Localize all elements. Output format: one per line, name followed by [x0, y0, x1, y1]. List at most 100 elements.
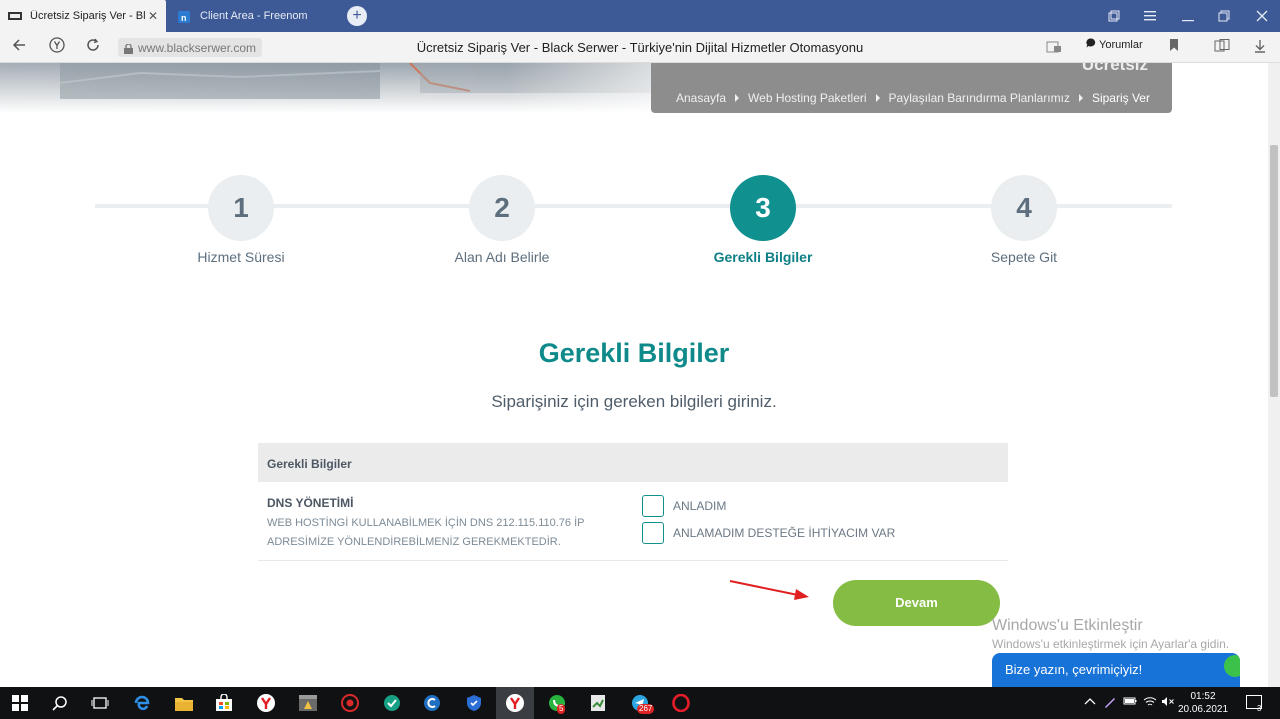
scrollbar-thumb[interactable]	[1270, 145, 1278, 397]
section-title: Gerekli Bilgiler	[538, 338, 730, 368]
step-label: Sepete Git	[990, 249, 1058, 265]
hero-heading: Ücretsiz	[1081, 63, 1148, 74]
store-icon[interactable]	[214, 693, 234, 713]
battery-icon[interactable]	[1123, 696, 1137, 709]
url-field[interactable]: www.blackserwer.com	[118, 38, 263, 57]
breadcrumb-caret-icon	[875, 94, 880, 102]
yandex-browser-icon[interactable]	[256, 693, 276, 713]
breadcrumb-caret-icon	[735, 94, 740, 102]
option-label: ANLADIM	[673, 499, 727, 513]
required-info-panel: Gerekli Bilgiler DNS YÖNETİMİ WEB HOSTİN…	[258, 443, 1008, 561]
tab-close-icon[interactable]: ✕	[146, 9, 160, 23]
site-favicon-icon	[8, 11, 22, 21]
speech-bubble-icon	[1086, 38, 1096, 51]
tab-blackserwer[interactable]: Ücretsiz Sipariş Ver - Bla ✕	[0, 0, 166, 32]
url-text: www.blackserwer.com	[138, 40, 257, 55]
menu-icon[interactable]	[1132, 0, 1168, 32]
step-number: 2	[469, 175, 535, 241]
system-clock[interactable]: 01:52 20.06.2021	[1177, 690, 1229, 716]
red-shield-app-icon[interactable]	[340, 693, 360, 713]
browser-tab-strip: Ücretsiz Sipariş Ver - Bla ✕ n Client Ar…	[0, 0, 1280, 32]
lock-icon	[124, 42, 133, 54]
option-understood[interactable]: ANLADIM	[642, 495, 726, 517]
freenom-favicon-icon: n	[178, 11, 192, 23]
yandex-active-icon[interactable]	[505, 693, 525, 713]
breadcrumb-home[interactable]: Anasayfa	[676, 91, 726, 105]
option-label: ANLAMADIM DESTEĞE İHTİYACIM VAR	[673, 526, 896, 540]
telegram-badge: 267	[637, 704, 655, 714]
close-window-icon[interactable]	[1244, 0, 1280, 32]
clock-time: 01:52	[1190, 691, 1216, 702]
back-arrow-icon[interactable]	[8, 37, 30, 59]
step-3[interactable]: 3 Gerekli Bilgiler	[663, 175, 863, 265]
checkbox[interactable]	[642, 522, 664, 544]
collections-icon[interactable]	[1212, 39, 1232, 57]
reload-icon[interactable]	[82, 37, 104, 59]
dns-title: DNS YÖNETİMİ	[267, 496, 354, 510]
activation-title: Windows'u Etkinleştir	[992, 617, 1143, 634]
windows-start-icon[interactable]	[10, 693, 30, 713]
search-icon[interactable]	[50, 693, 70, 713]
page-viewport: Ücretsiz Anasayfa Web Hosting Paketleri …	[0, 63, 1268, 687]
checkbox[interactable]	[642, 495, 664, 517]
notification-count: 3	[1257, 704, 1262, 713]
live-chat-widget[interactable]: Bize yazın, çevrimiçiyiz!	[992, 653, 1240, 687]
step-number: 4	[991, 175, 1057, 241]
ccleaner-icon[interactable]	[422, 693, 442, 713]
windows-taskbar: 5 267 01:52 20.06.2021 3	[0, 687, 1280, 719]
clock-date: 20.06.2021	[1177, 704, 1229, 715]
step-number: 1	[208, 175, 274, 241]
windows-activation-watermark: Windows'u Etkinleştir Windows'u etkinleş…	[992, 617, 1229, 651]
page-title-bar: Ücretsiz Sipariş Ver - Black Serwer - Tü…	[416, 40, 864, 55]
breadcrumb-shared-plans[interactable]: Paylaşılan Barındırma Planlarımız	[889, 91, 1070, 105]
restore-icon[interactable]	[1206, 0, 1242, 32]
step-1[interactable]: 1 Hizmet Süresi	[141, 175, 341, 265]
wifi-icon[interactable]	[1143, 696, 1157, 710]
page-scrollbar[interactable]	[1268, 63, 1280, 687]
app-window-icon[interactable]	[298, 693, 318, 713]
minimize-icon[interactable]	[1170, 0, 1206, 32]
yandex-y-icon[interactable]	[46, 37, 68, 59]
step-number: 3	[730, 175, 796, 241]
address-bar: www.blackserwer.com Ücretsiz Sipariş Ver…	[0, 32, 1280, 63]
svg-text:n: n	[181, 13, 187, 23]
opera-icon[interactable]	[671, 693, 691, 713]
red-arrow-annotation-icon	[729, 580, 809, 600]
tablet-mode-icon[interactable]	[1096, 0, 1132, 32]
online-indicator-icon	[1224, 655, 1240, 677]
task-view-icon[interactable]	[90, 693, 110, 713]
activation-subtitle: Windows'u etkinleştirmek için Ayarlar'a …	[992, 637, 1230, 651]
teal-circle-app-icon[interactable]	[382, 693, 402, 713]
dns-description: WEB HOSTİNGİ KULLANABİLMEK İÇİN DNS 212.…	[267, 517, 585, 548]
bookmark-icon[interactable]	[1164, 39, 1184, 57]
tab-title: Client Area - Freenom	[200, 10, 308, 22]
breadcrumb-caret-icon	[1078, 94, 1083, 102]
notepad-app-icon[interactable]	[588, 693, 608, 713]
step-label: Hizmet Süresi	[197, 249, 285, 265]
edge-icon[interactable]	[132, 693, 152, 713]
new-tab-button[interactable]: +	[347, 6, 367, 26]
comments-button[interactable]: Yorumlar	[1086, 38, 1143, 51]
step-label: Alan Adı Belirle	[454, 249, 550, 265]
breadcrumb-current: Sipariş Ver	[1091, 91, 1150, 105]
breadcrumb: Anasayfa Web Hosting Paketleri Paylaşıla…	[676, 91, 1150, 105]
continue-button[interactable]: Devam	[833, 580, 1000, 626]
protect-icon[interactable]	[1044, 39, 1064, 57]
dns-row: DNS YÖNETİMİ WEB HOSTİNGİ KULLANABİLMEK …	[258, 482, 1008, 561]
volume-muted-icon[interactable]	[1161, 696, 1175, 710]
step-4[interactable]: 4 Sepete Git	[924, 175, 1124, 265]
step-label: Gerekli Bilgiler	[713, 249, 813, 265]
pen-tray-icon[interactable]	[1104, 696, 1116, 711]
tab-freenom[interactable]: n Client Area - Freenom	[170, 0, 336, 32]
tab-title: Ücretsiz Sipariş Ver - Bla	[30, 10, 146, 22]
section-subtitle: Siparişiniz için gereken bilgileri girin…	[491, 392, 777, 411]
download-icon[interactable]	[1250, 39, 1270, 57]
breadcrumb-web-hosting[interactable]: Web Hosting Paketleri	[748, 91, 867, 105]
tray-overflow-chevron-icon[interactable]	[1084, 696, 1096, 709]
file-explorer-icon[interactable]	[174, 693, 194, 713]
option-need-support[interactable]: ANLAMADIM DESTEĞE İHTİYACIM VAR	[642, 522, 895, 544]
chat-label: Bize yazın, çevrimiçiyiz!	[1005, 662, 1143, 677]
step-2[interactable]: 2 Alan Adı Belirle	[402, 175, 602, 265]
comments-label: Yorumlar	[1099, 38, 1143, 51]
vpn-shield-icon[interactable]	[464, 693, 484, 713]
